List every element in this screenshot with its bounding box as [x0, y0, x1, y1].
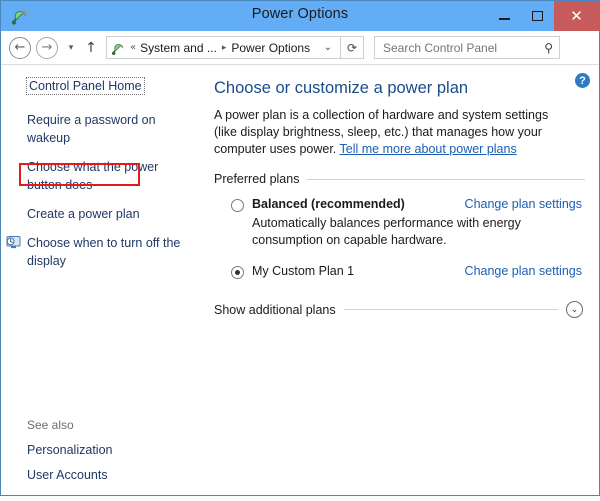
- change-plan-settings-my-custom-plan-1[interactable]: Change plan settings: [465, 264, 585, 278]
- power-options-window: Power Options ✕ ← → ▾ ↑ « System and ...…: [0, 0, 600, 496]
- close-button[interactable]: ✕: [554, 1, 599, 31]
- refresh-icon: ⟳: [346, 40, 358, 55]
- plan-item-balanced: Balanced (recommended) Change plan setti…: [214, 197, 585, 248]
- display-clock-icon: [6, 235, 22, 250]
- plan-row[interactable]: Balanced (recommended) Change plan setti…: [214, 197, 585, 212]
- help-icon[interactable]: ?: [575, 73, 590, 88]
- see-also-section: See also Personalization User Accounts: [27, 418, 192, 482]
- radio-balanced[interactable]: [231, 199, 244, 212]
- sidebar-item-label: Create a power plan: [27, 207, 140, 221]
- chevron-down-icon[interactable]: ⌄: [566, 301, 583, 318]
- sidebar-item-label: Choose when to turn off the display: [27, 236, 181, 268]
- preferred-plans-header: Preferred plans: [214, 172, 585, 186]
- show-additional-divider: [343, 309, 558, 310]
- header-divider: [307, 178, 585, 180]
- plan-name: Balanced (recommended): [252, 197, 405, 211]
- title-bar: Power Options ✕: [1, 1, 599, 31]
- radio-my-custom-plan-1[interactable]: [231, 266, 244, 279]
- maximize-button[interactable]: [521, 1, 554, 31]
- see-also-link-user-accounts[interactable]: User Accounts: [27, 468, 192, 482]
- address-bar[interactable]: « System and ... ▸ Power Options ⌄: [106, 36, 341, 59]
- breadcrumb-separator-icon: ▸: [221, 42, 227, 53]
- sidebar-item-create-power-plan[interactable]: Create a power plan: [1, 205, 206, 223]
- breadcrumb-segment-system[interactable]: System and ...: [140, 41, 217, 55]
- breadcrumb-segment-power-options[interactable]: Power Options: [231, 41, 310, 55]
- up-button[interactable]: ↑: [82, 40, 100, 56]
- forward-button[interactable]: →: [36, 36, 58, 59]
- close-icon: ✕: [570, 6, 583, 25]
- change-plan-settings-balanced[interactable]: Change plan settings: [465, 197, 585, 211]
- chevron-down-icon[interactable]: ⌄: [318, 42, 338, 53]
- refresh-button[interactable]: ⟳: [341, 36, 364, 59]
- see-also-link-personalization[interactable]: Personalization: [27, 443, 192, 457]
- sidebar-links: Require a password on wakeup Choose what…: [1, 111, 206, 270]
- sidebar-item-power-button[interactable]: Choose what the power button does: [1, 158, 206, 194]
- back-button[interactable]: ←: [9, 36, 31, 59]
- search-icon[interactable]: ⚲: [544, 41, 553, 55]
- main-pane: ? Choose or customize a power plan A pow…: [206, 65, 599, 494]
- plan-name: My Custom Plan 1: [252, 264, 355, 278]
- window-controls: ✕: [488, 1, 599, 31]
- address-power-plug-icon: [110, 40, 127, 56]
- plan-description: Automatically balances performance with …: [252, 216, 521, 247]
- minimize-icon: [499, 18, 510, 20]
- breadcrumb-overflow-icon[interactable]: «: [130, 42, 136, 53]
- minimize-button[interactable]: [488, 1, 521, 31]
- plan-item-my-custom-plan-1: My Custom Plan 1 Change plan settings: [214, 264, 585, 279]
- sidebar-item-require-password[interactable]: Require a password on wakeup: [1, 111, 206, 147]
- sidebar-item-turn-off-display[interactable]: Choose when to turn off the display: [1, 234, 206, 270]
- page-description: A power plan is a collection of hardware…: [214, 107, 574, 158]
- tell-me-more-link[interactable]: Tell me more about power plans: [340, 142, 517, 156]
- navigation-bar: ← → ▾ ↑ « System and ... ▸ Power Options…: [1, 31, 599, 65]
- maximize-icon: [532, 11, 543, 21]
- page-title: Choose or customize a power plan: [214, 79, 469, 97]
- recent-locations-button[interactable]: ▾: [63, 43, 79, 53]
- sidebar-item-label: Require a password on wakeup: [27, 113, 156, 145]
- show-additional-plans-label: Show additional plans: [214, 302, 336, 317]
- search-input[interactable]: [381, 39, 545, 56]
- content-area: Control Panel Home Require a password on…: [1, 65, 599, 494]
- show-additional-plans-row[interactable]: Show additional plans ⌄: [214, 301, 585, 318]
- sidebar-item-control-panel-home[interactable]: Control Panel Home: [26, 77, 145, 95]
- sidebar-item-label: Choose what the power button does: [27, 160, 159, 192]
- see-also-title: See also: [27, 418, 74, 432]
- plan-row[interactable]: My Custom Plan 1 Change plan settings: [214, 264, 585, 279]
- sidebar: Control Panel Home Require a password on…: [1, 65, 206, 494]
- search-box[interactable]: ⚲: [374, 36, 560, 59]
- preferred-plans-label: Preferred plans: [214, 172, 300, 186]
